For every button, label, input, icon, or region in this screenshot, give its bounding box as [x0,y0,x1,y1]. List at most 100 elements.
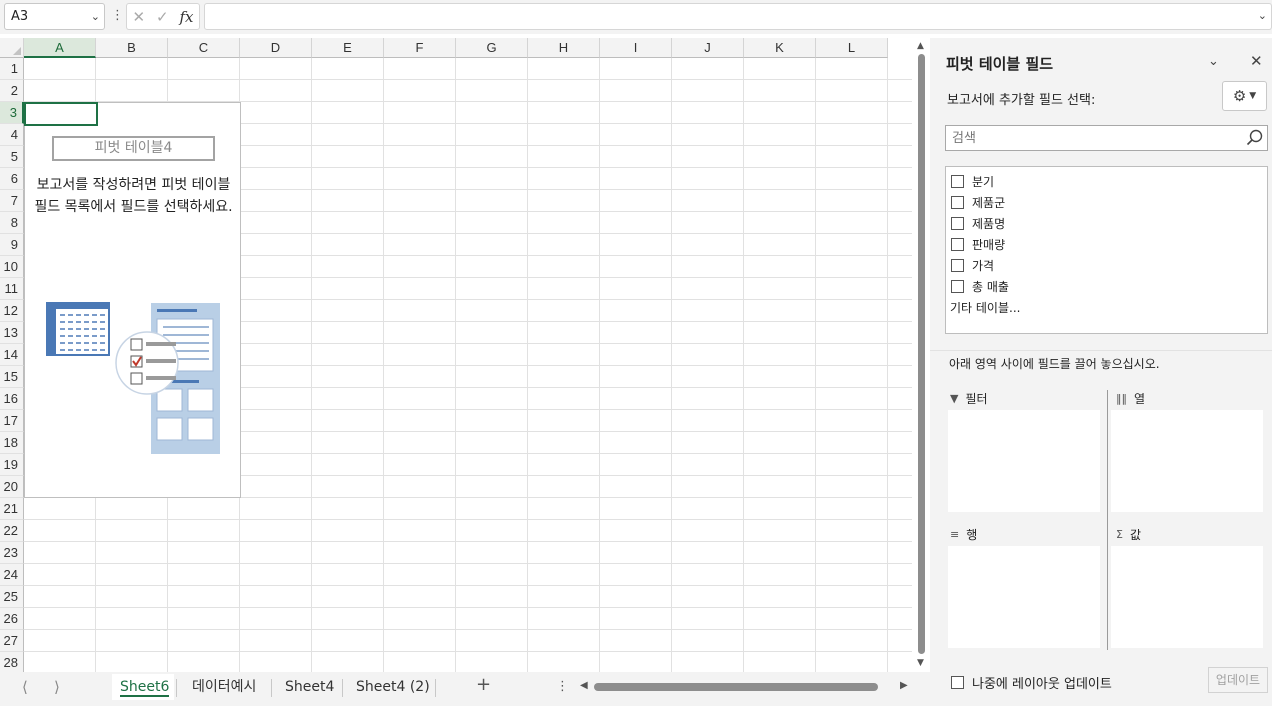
worksheet-grid[interactable]: ABCDEFGHIJKL 1 2 3 4 5 6 7 8 9 10 11 12 13 14 15 16 17 18… [0,38,912,672]
row-header-26[interactable]: 26 [0,608,24,630]
vertical-scrollbar[interactable]: ▲ ▼ [912,38,930,672]
gear-icon: ⚙ [1232,87,1247,105]
scroll-right-icon[interactable]: ▶ [900,680,908,691]
field-search[interactable] [945,125,1268,151]
row-header-14[interactable]: 14 [0,344,24,366]
sheet-tab-sheet6[interactable]: Sheet6 [112,674,174,700]
column-header-i[interactable]: I [600,38,672,58]
formula-bar: A3 ⌄ ⋮ ✕ ✓ fx ⌄ [0,0,1272,34]
column-header-f[interactable]: F [384,38,456,58]
row-header-17[interactable]: 17 [0,410,24,432]
tab-separator [271,679,272,697]
more-options-icon[interactable]: ⋮ [556,679,569,694]
update-button[interactable]: 업데이트 [1208,667,1268,693]
prev-sheet-icon[interactable]: ⟨ [22,678,28,696]
row-header-22[interactable]: 22 [0,520,24,542]
row-header-11[interactable]: 11 [0,278,24,300]
row-header-12[interactable]: 12 [0,300,24,322]
more-tables-link[interactable]: 기타 테이블... [946,299,1267,316]
column-header-d[interactable]: D [240,38,312,58]
row-header-23[interactable]: 23 [0,542,24,564]
filter-area-label: ▼ 필터 [950,390,988,407]
row-header-28[interactable]: 28 [0,652,24,672]
values-drop-area[interactable] [1111,546,1263,648]
row-header-3[interactable]: 3 [0,102,24,124]
field-checkbox[interactable] [951,196,964,209]
cancel-icon[interactable]: ✕ [132,8,145,26]
vertical-scroll-thumb[interactable] [918,54,925,654]
column-header-g[interactable]: G [456,38,528,58]
tools-button[interactable]: ⚙ ▼ [1222,81,1267,111]
column-header-a[interactable]: A [24,38,96,58]
field-item[interactable]: 제품명 [946,213,1267,234]
defer-layout-update[interactable]: 나중에 레이아웃 업데이트 [951,673,1112,692]
row-header-21[interactable]: 21 [0,498,24,520]
row-header-6[interactable]: 6 [0,168,24,190]
formula-input[interactable]: ⌄ [204,3,1272,30]
name-box[interactable]: A3 ⌄ [4,3,105,30]
field-checkbox[interactable] [951,280,964,293]
gridline-horizontal [24,585,912,586]
scroll-up-icon[interactable]: ▲ [917,41,924,51]
row-header-27[interactable]: 27 [0,630,24,652]
row-header-18[interactable]: 18 [0,432,24,454]
enter-icon[interactable]: ✓ [156,8,169,26]
row-header-5[interactable]: 5 [0,146,24,168]
row-header-4[interactable]: 4 [0,124,24,146]
close-icon[interactable]: ✕ [1250,52,1263,70]
search-input[interactable] [946,126,1226,150]
field-checkbox[interactable] [951,238,964,251]
sheet-tab-sheet4-2[interactable]: Sheet4 (2) [348,674,438,700]
pivot-table-placeholder[interactable]: 피벗 테이블4 보고서를 작성하려면 피벗 테이블 필드 목록에서 필드를 선택… [24,102,241,498]
horizontal-scroll-thumb[interactable] [594,683,878,691]
scroll-left-icon[interactable]: ◀ [580,680,588,691]
field-item[interactable]: 총 매출 [946,276,1267,297]
row-header-7[interactable]: 7 [0,190,24,212]
column-header-j[interactable]: J [672,38,744,58]
chevron-down-icon[interactable]: ⌄ [91,10,100,23]
insert-function-icon[interactable]: fx [180,8,194,26]
field-item[interactable]: 판매량 [946,234,1267,255]
area-divider[interactable] [1107,390,1108,650]
columns-drop-area[interactable] [1111,410,1263,512]
expand-formula-icon[interactable]: ⌄ [1258,9,1267,22]
next-sheet-icon[interactable]: ⟩ [54,678,60,696]
sheet-tab-data-example[interactable]: 데이터예시 [184,674,264,700]
row-header-15[interactable]: 15 [0,366,24,388]
row-header-9[interactable]: 9 [0,234,24,256]
field-item[interactable]: 분기 [946,171,1267,192]
chevron-down-icon[interactable]: ⌄ [1208,54,1219,69]
field-item[interactable]: 제품군 [946,192,1267,213]
row-header-8[interactable]: 8 [0,212,24,234]
row-header-2[interactable]: 2 [0,80,24,102]
column-header-b[interactable]: B [96,38,168,58]
filter-drop-area[interactable] [948,410,1100,512]
row-header-13[interactable]: 13 [0,322,24,344]
column-header-k[interactable]: K [744,38,816,58]
sheet-tab-sheet4[interactable]: Sheet4 [277,674,342,700]
column-header-e[interactable]: E [312,38,384,58]
field-item[interactable]: 가격 [946,255,1267,276]
row-header-16[interactable]: 16 [0,388,24,410]
row-header-25[interactable]: 25 [0,586,24,608]
scroll-down-icon[interactable]: ▼ [917,658,924,668]
row-header-1[interactable]: 1 [0,58,24,80]
column-header-h[interactable]: H [528,38,600,58]
column-header-c[interactable]: C [168,38,240,58]
rows-drop-area[interactable] [948,546,1100,648]
column-header-l[interactable]: L [816,38,888,58]
field-checkbox[interactable] [951,175,964,188]
columns-icon: ‖‖ [1116,392,1127,405]
pane-subtitle: 보고서에 추가할 필드 선택: [947,93,1096,108]
field-checkbox[interactable] [951,259,964,272]
row-header-20[interactable]: 20 [0,476,24,498]
search-icon[interactable] [1246,129,1263,146]
add-sheet-icon[interactable]: + [476,674,491,695]
row-header-10[interactable]: 10 [0,256,24,278]
row-header-19[interactable]: 19 [0,454,24,476]
defer-checkbox[interactable] [951,676,964,689]
field-checkbox[interactable] [951,217,964,230]
select-all-corner[interactable] [0,38,24,58]
row-header-24[interactable]: 24 [0,564,24,586]
more-options-icon[interactable]: ⋮ [111,8,124,23]
